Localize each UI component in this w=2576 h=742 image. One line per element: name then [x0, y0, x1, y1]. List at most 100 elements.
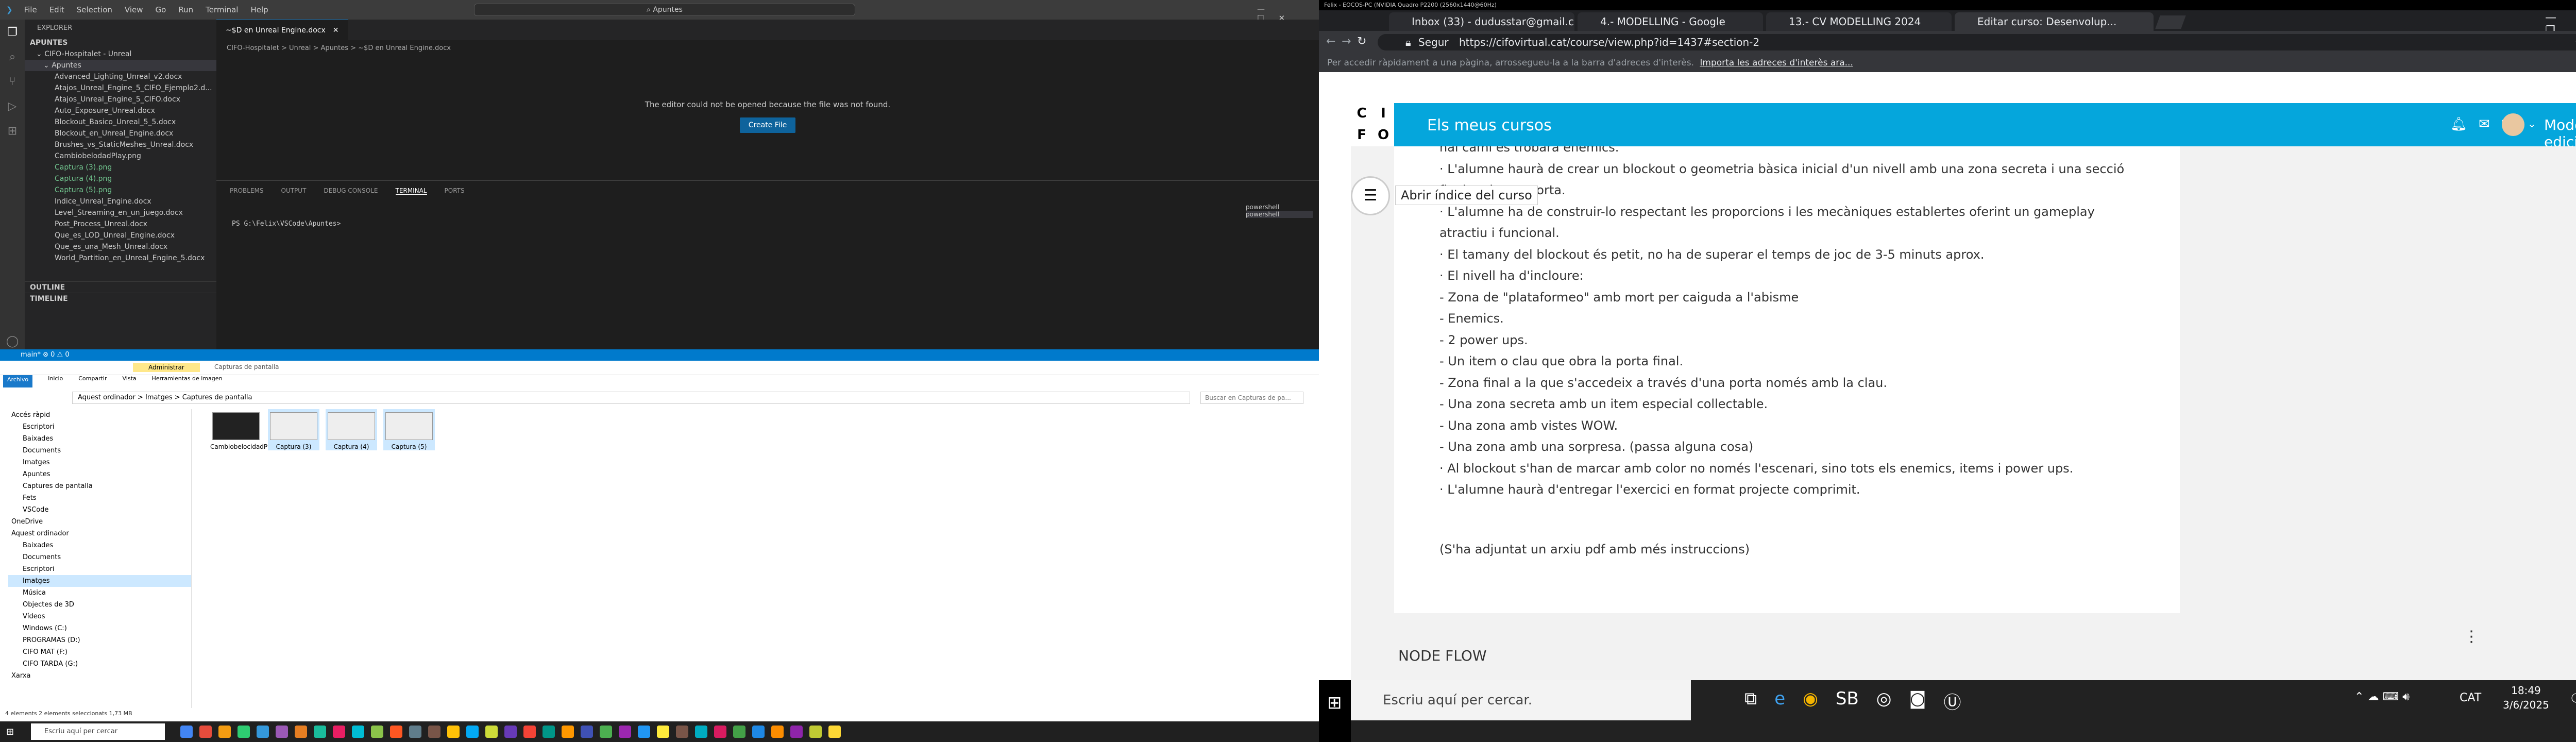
app-icon[interactable] — [238, 726, 250, 738]
command-center-search[interactable]: ⌕ Apuntes — [474, 4, 855, 16]
app-icon[interactable] — [695, 726, 707, 738]
create-file-button[interactable]: Create File — [740, 117, 795, 133]
outline-section[interactable]: OUTLINE — [25, 281, 216, 293]
terminal-item[interactable]: powershell — [1246, 211, 1313, 218]
task-view-icon[interactable]: ⧉ — [1744, 688, 1757, 714]
section-apuntes[interactable]: APUNTES — [25, 37, 216, 48]
nav-item[interactable]: Captures de pantalla — [8, 480, 191, 492]
menu-view[interactable]: View — [125, 5, 143, 14]
tab-gmail[interactable]: Inbox (33) - dudusstar@gmail.com — [1389, 12, 1574, 31]
file-item[interactable]: Captura (5).png — [25, 184, 216, 196]
ribbon-tab-view[interactable]: Vista — [123, 375, 137, 387]
files-icon[interactable]: ❐ — [0, 20, 25, 44]
app-icon[interactable] — [276, 726, 288, 738]
app-icon[interactable] — [199, 726, 212, 738]
nav-item[interactable]: Fets — [8, 492, 191, 504]
file-item[interactable]: Indice_Unreal_Engine.docx — [25, 196, 216, 207]
node-flow-heading[interactable]: NODE FLOW — [1398, 647, 1487, 664]
app-icon[interactable] — [295, 726, 307, 738]
nav-item[interactable]: Apuntes — [8, 468, 191, 480]
menu-selection[interactable]: Selection — [77, 5, 112, 14]
close-icon[interactable]: ✕ — [333, 26, 339, 35]
app-icon[interactable] — [543, 726, 555, 738]
app-icon[interactable] — [581, 726, 593, 738]
menu-file[interactable]: File — [24, 5, 37, 14]
tab-moodle-active[interactable]: Editar curso: Desenvolup... — [1955, 12, 2154, 31]
folder-root[interactable]: ⌄ CIFO-Hospitalet - Unreal — [25, 48, 216, 60]
nav-item[interactable]: Imatges — [8, 575, 191, 587]
run-debug-icon[interactable]: ▷ — [0, 94, 25, 119]
file-item[interactable]: Atajos_Unreal_Engine_5_CIFO_Ejemplo2.d..… — [25, 82, 216, 94]
nav-item[interactable]: Escriptori — [8, 421, 191, 433]
menu-help[interactable]: Help — [250, 5, 268, 14]
tab-google-doc[interactable]: 13.- CV MODELLING 2024 — [1766, 12, 1952, 31]
ribbon-tab-home[interactable]: Inicio — [48, 375, 63, 387]
nav-item[interactable]: Documents — [8, 551, 191, 563]
app-icon[interactable] — [428, 726, 440, 738]
app-icon[interactable] — [314, 726, 326, 738]
tab-output[interactable]: OUTPUT — [281, 187, 307, 195]
file-item[interactable]: World_Partition_en_Unreal_Engine_5.docx — [25, 252, 216, 264]
language-indicator[interactable]: CAT — [2460, 692, 2481, 704]
timeline-section[interactable]: TIMELINE — [25, 293, 216, 304]
app-icon[interactable] — [752, 726, 765, 738]
tab-problems[interactable]: PROBLEMS — [230, 187, 264, 195]
nav-item[interactable]: Baixades — [8, 539, 191, 551]
more-options-icon[interactable]: ⋮ — [2464, 628, 2479, 646]
taskbar-search-input[interactable]: Escriu aquí per cercar — [31, 723, 165, 740]
terminal-item[interactable]: powershell — [1246, 204, 1313, 211]
nav-item[interactable]: Aquest ordinador — [8, 528, 191, 539]
reload-icon[interactable]: ↻ — [1357, 35, 1366, 48]
menu-go[interactable]: Go — [156, 5, 166, 14]
app-icon[interactable] — [447, 726, 460, 738]
nav-item[interactable]: CIFO MAT (F:) — [8, 646, 191, 658]
ribbon-tab-file[interactable]: Archivo — [3, 375, 33, 387]
nav-item[interactable]: Imatges — [8, 457, 191, 468]
chevron-down-icon[interactable]: ⌄ — [2528, 117, 2536, 130]
app-icon[interactable] — [562, 726, 574, 738]
taskbar-search-input[interactable]: Escriu aquí per cercar. — [1351, 680, 1691, 720]
thumbnail-item[interactable]: Captura (4) — [326, 409, 377, 450]
app-icon[interactable] — [218, 726, 231, 738]
app-icon[interactable] — [638, 726, 650, 738]
app-icon[interactable] — [771, 726, 784, 738]
terminal-prompt[interactable]: PS G:\Felix\VSCode\Apuntes> — [232, 220, 341, 228]
app-icon[interactable] — [619, 726, 631, 738]
forward-arrow-icon[interactable]: → — [1342, 35, 1351, 48]
app-icon[interactable] — [676, 726, 688, 738]
menu-run[interactable]: Run — [178, 5, 193, 14]
user-avatar[interactable] — [2502, 113, 2524, 136]
nav-item[interactable]: Escriptori — [8, 563, 191, 575]
app-icon[interactable] — [333, 726, 345, 738]
tab-google-drive[interactable]: 4.- MODELLING - Google — [1578, 12, 1763, 31]
back-arrow-icon[interactable]: ← — [1326, 35, 1335, 48]
file-item[interactable]: Captura (3).png — [25, 162, 216, 173]
nav-item[interactable]: PROGRAMAS (D:) — [8, 634, 191, 646]
file-item[interactable]: Captura (4).png — [25, 173, 216, 184]
cifo-logo[interactable]: C I F O — [1351, 103, 1394, 146]
import-bookmarks-link[interactable]: Importa les adreces d'interès ara... — [1700, 58, 1853, 68]
file-item[interactable]: Level_Streaming_en_un_juego.docx — [25, 207, 216, 218]
app-icon[interactable] — [790, 726, 803, 738]
app-icon[interactable] — [733, 726, 745, 738]
nav-item[interactable]: VSCode — [8, 504, 191, 516]
app-icon[interactable] — [714, 726, 726, 738]
file-item[interactable]: Blockout_Basico_Unreal_5_5.docx — [25, 116, 216, 128]
my-courses-title[interactable]: Els meus cursos — [1427, 116, 1552, 134]
nav-item[interactable]: Documents — [8, 445, 191, 457]
windows-start-icon[interactable]: ⊞ — [1327, 693, 1342, 713]
app-icon[interactable] — [180, 726, 193, 738]
sb-app-icon[interactable]: SB — [1836, 688, 1859, 714]
address-bar[interactable]: 🔒︎ Segur https://cifovirtual.cat/course/… — [1378, 34, 2576, 50]
nav-item[interactable]: Windows (C:) — [8, 622, 191, 634]
app-icon[interactable] — [352, 726, 364, 738]
nav-item[interactable]: OneDrive — [8, 516, 191, 528]
windows-start-icon[interactable]: ⊞ — [6, 727, 14, 737]
file-item[interactable]: Advanced_Lighting_Unreal_v2.docx — [25, 71, 216, 82]
app-icon[interactable] — [600, 726, 612, 738]
tab-terminal[interactable]: TERMINAL — [395, 187, 427, 195]
app-icon[interactable] — [809, 726, 822, 738]
search-icon[interactable]: ⌕ — [0, 44, 25, 69]
file-item[interactable]: Que_es_una_Mesh_Unreal.docx — [25, 241, 216, 252]
nav-item[interactable]: Baixades — [8, 433, 191, 445]
